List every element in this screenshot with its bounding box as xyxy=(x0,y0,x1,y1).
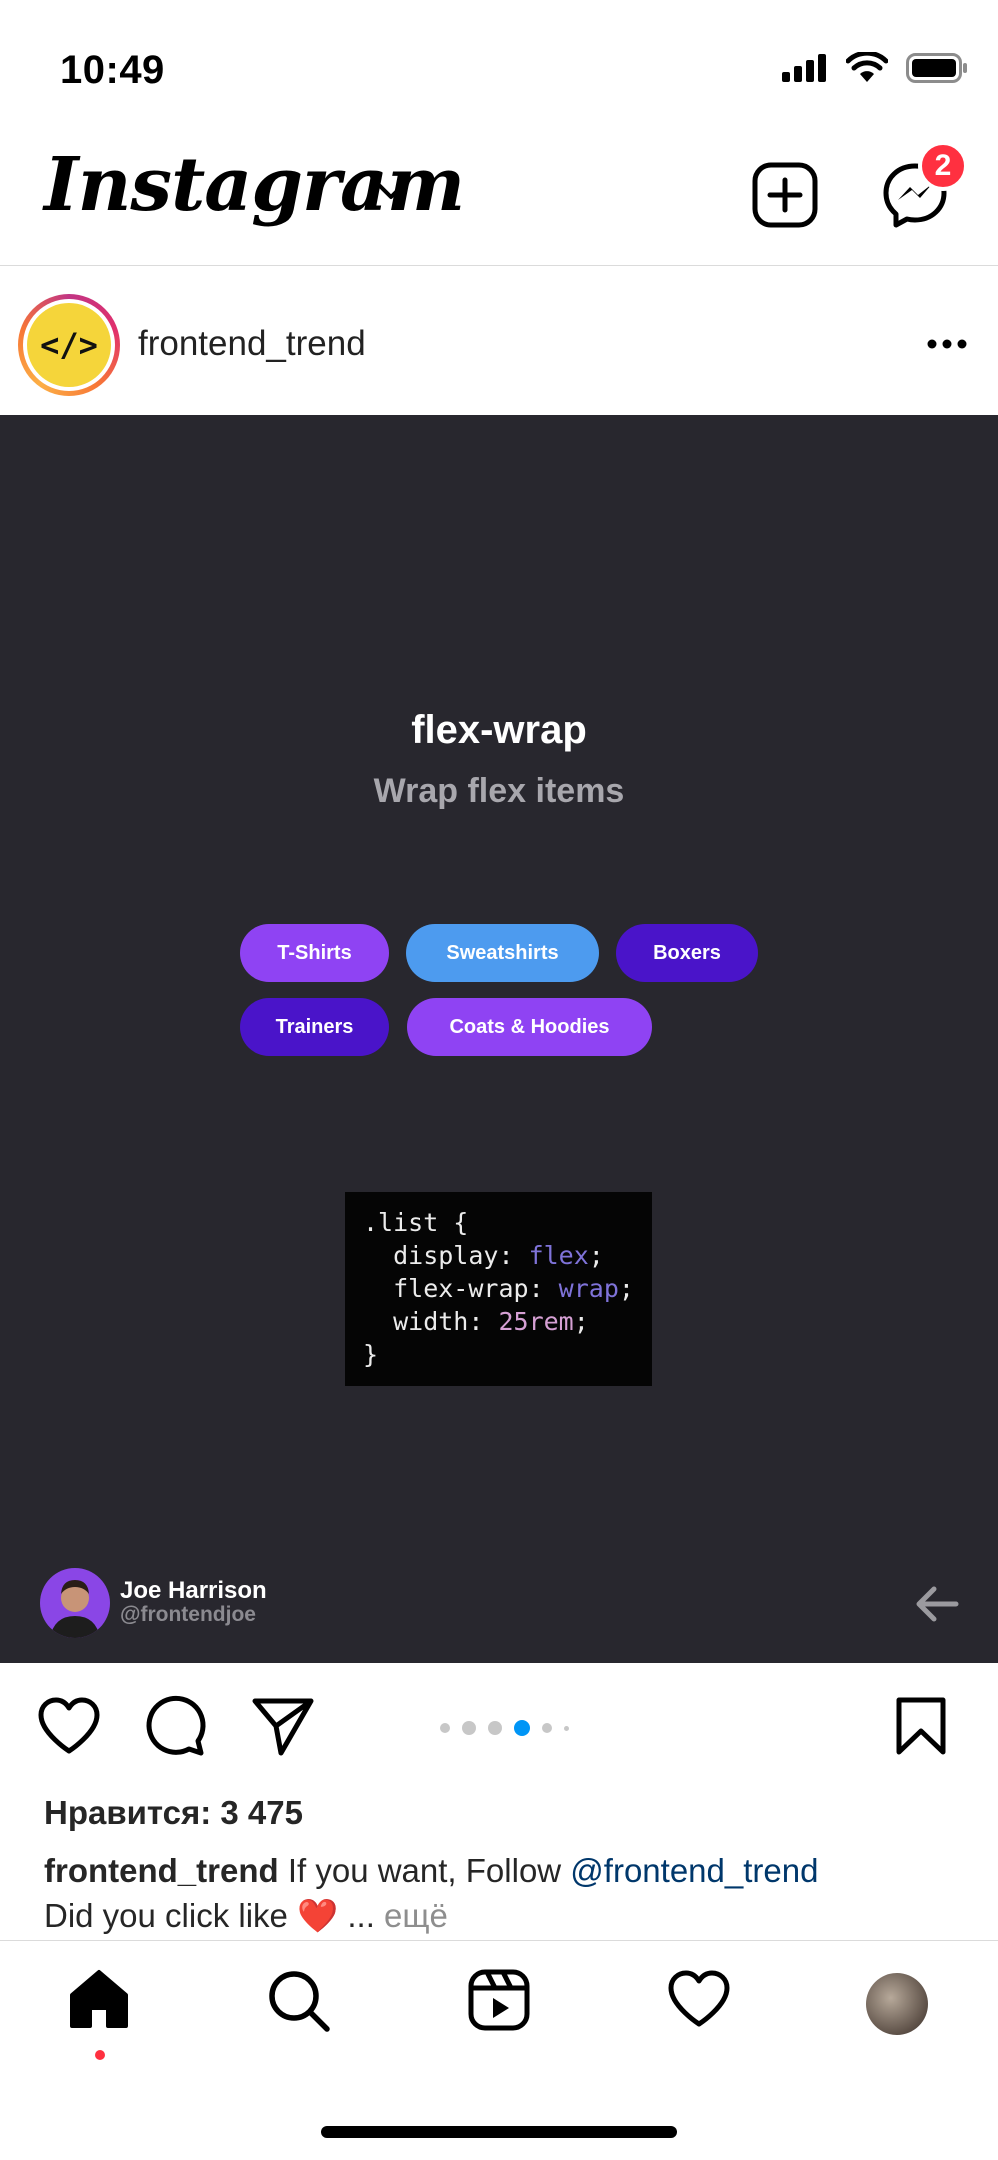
home-icon[interactable] xyxy=(68,1968,130,2030)
caption-mention[interactable]: @frontend_trend xyxy=(570,1852,818,1889)
battery-icon xyxy=(906,53,967,83)
code-val-wrap: wrap xyxy=(558,1274,619,1303)
code-prop-flex-wrap: flex-wrap: xyxy=(363,1274,559,1303)
media-title: flex-wrap xyxy=(411,708,587,752)
caption-text: If you want, Follow xyxy=(287,1852,562,1889)
heart-emoji: ❤️ xyxy=(297,1897,339,1934)
carousel-dot xyxy=(462,1721,476,1735)
chip-trainers: Trainers xyxy=(240,998,389,1056)
like-icon[interactable] xyxy=(36,1695,102,1757)
caption-ellipsis: ... xyxy=(347,1897,375,1934)
chip-tshirts: T-Shirts xyxy=(240,924,389,982)
likes-count[interactable]: Нравится: 3 475 xyxy=(44,1794,303,1832)
bookmark-icon[interactable] xyxy=(893,1695,949,1757)
media-subtitle: Wrap flex items xyxy=(373,772,625,810)
chip-boxers: Boxers xyxy=(616,924,758,982)
more-options-icon[interactable] xyxy=(924,322,970,366)
post-avatar[interactable]: </> xyxy=(18,294,120,396)
activity-heart-icon[interactable] xyxy=(666,1968,732,2030)
profile-avatar[interactable] xyxy=(866,1973,928,2035)
code-prop-width: width: xyxy=(363,1307,499,1336)
share-icon[interactable] xyxy=(251,1695,315,1757)
wifi-icon xyxy=(846,52,888,82)
code-val-width: 25rem xyxy=(498,1307,574,1336)
new-post-icon[interactable] xyxy=(750,160,820,230)
arrow-left-icon xyxy=(916,1586,959,1622)
chevron-down-icon[interactable] xyxy=(376,182,406,202)
reels-icon[interactable] xyxy=(467,1968,531,2032)
status-time: 10:49 xyxy=(60,48,165,92)
code-line-1: .list { xyxy=(363,1208,469,1237)
author-name: Joe Harrison xyxy=(120,1577,267,1604)
carousel-dot-active xyxy=(514,1720,530,1736)
code-block: .list { display: flex; flex-wrap: wrap; … xyxy=(345,1192,652,1386)
status-icons xyxy=(782,52,968,84)
caption-username[interactable]: frontend_trend xyxy=(44,1852,279,1889)
comment-icon[interactable] xyxy=(143,1695,207,1757)
caption-more-link[interactable]: ещё xyxy=(384,1897,448,1934)
caption-line-2: Did you click like ❤️ ... ещё xyxy=(44,1897,448,1936)
avatar-code-text: </> xyxy=(27,303,111,387)
post-username[interactable]: frontend_trend xyxy=(138,324,366,364)
home-indicator xyxy=(321,2126,677,2138)
nav-divider xyxy=(0,1940,998,1941)
caption-line-1: frontend_trend If you want, Follow @fron… xyxy=(44,1852,818,1890)
chip-sweatshirts: Sweatshirts xyxy=(406,924,599,982)
author-handle: @frontendjoe xyxy=(120,1603,256,1626)
carousel-dot xyxy=(564,1725,569,1731)
code-line-5: } xyxy=(363,1340,379,1369)
carousel-dot xyxy=(488,1721,502,1735)
header-divider xyxy=(0,265,998,266)
code-prop-display: display: xyxy=(363,1241,529,1270)
search-icon[interactable] xyxy=(266,1968,332,2034)
carousel-dot xyxy=(440,1723,450,1733)
messenger-badge: 2 xyxy=(918,141,968,191)
home-active-dot xyxy=(95,2050,105,2060)
code-val-flex: flex xyxy=(528,1241,589,1270)
author-avatar xyxy=(40,1568,110,1638)
carousel-dot xyxy=(542,1723,552,1733)
caption-text-2: Did you click like xyxy=(44,1897,288,1934)
chip-coats-hoodies: Coats & Hoodies xyxy=(407,998,652,1056)
cellular-signal-icon xyxy=(782,54,826,82)
carousel-indicator xyxy=(440,1720,569,1736)
